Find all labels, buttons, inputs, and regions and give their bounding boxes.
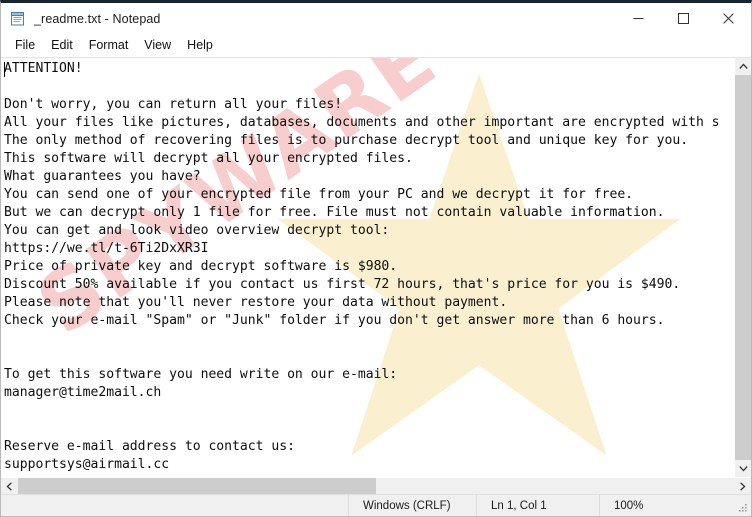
- notepad-icon: [10, 11, 26, 27]
- scroll-down-button[interactable]: [735, 460, 751, 477]
- menu-bar: File Edit Format View Help: [1, 34, 751, 57]
- chevron-right-icon: [740, 482, 746, 491]
- status-bar: Windows (CRLF) Ln 1, Col 1 100%: [1, 494, 751, 516]
- horizontal-scroll-track[interactable]: [376, 478, 734, 494]
- status-cursor-position[interactable]: Ln 1, Col 1: [476, 495, 599, 516]
- status-encoding[interactable]: Windows (CRLF): [348, 495, 476, 516]
- vertical-scroll-thumb[interactable]: [735, 75, 751, 460]
- close-icon: [723, 13, 734, 24]
- notepad-window: _readme.txt - Notepad File Edit Format V…: [0, 0, 752, 517]
- horizontal-scroll-thumb[interactable]: [18, 478, 376, 494]
- minimize-button[interactable]: [616, 3, 661, 34]
- window-title: _readme.txt - Notepad: [34, 11, 161, 26]
- scroll-right-button[interactable]: [734, 478, 751, 495]
- menu-item-view[interactable]: View: [136, 35, 179, 56]
- vertical-scrollbar[interactable]: [734, 58, 751, 477]
- window-controls: [616, 3, 751, 34]
- menu-item-edit[interactable]: Edit: [43, 35, 81, 56]
- editor-row: SPYWARE-RU ATTENTION! Don't worry, you c…: [1, 58, 751, 477]
- status-zoom-level[interactable]: 100%: [599, 495, 729, 516]
- editor-body: SPYWARE-RU ATTENTION! Don't worry, you c…: [1, 57, 751, 495]
- document-text: ATTENTION! Don't worry, you can return a…: [4, 61, 720, 472]
- resize-grip-icon[interactable]: [729, 495, 751, 516]
- text-editor[interactable]: SPYWARE-RU ATTENTION! Don't worry, you c…: [1, 58, 734, 477]
- horizontal-scrollbar[interactable]: [1, 477, 751, 495]
- text-caret: [4, 62, 5, 77]
- menu-item-file[interactable]: File: [7, 35, 43, 56]
- scroll-left-button[interactable]: [1, 478, 18, 495]
- close-button[interactable]: [706, 3, 751, 34]
- maximize-icon: [678, 13, 689, 24]
- minimize-icon: [633, 18, 644, 19]
- scroll-up-button[interactable]: [735, 58, 751, 75]
- menu-item-help[interactable]: Help: [179, 35, 221, 56]
- menu-item-format[interactable]: Format: [81, 35, 137, 56]
- maximize-button[interactable]: [661, 3, 706, 34]
- chevron-up-icon: [738, 63, 748, 69]
- chevron-left-icon: [6, 482, 12, 491]
- title-bar: _readme.txt - Notepad: [1, 3, 751, 34]
- status-spacer: [1, 495, 348, 516]
- chevron-down-icon: [738, 466, 748, 472]
